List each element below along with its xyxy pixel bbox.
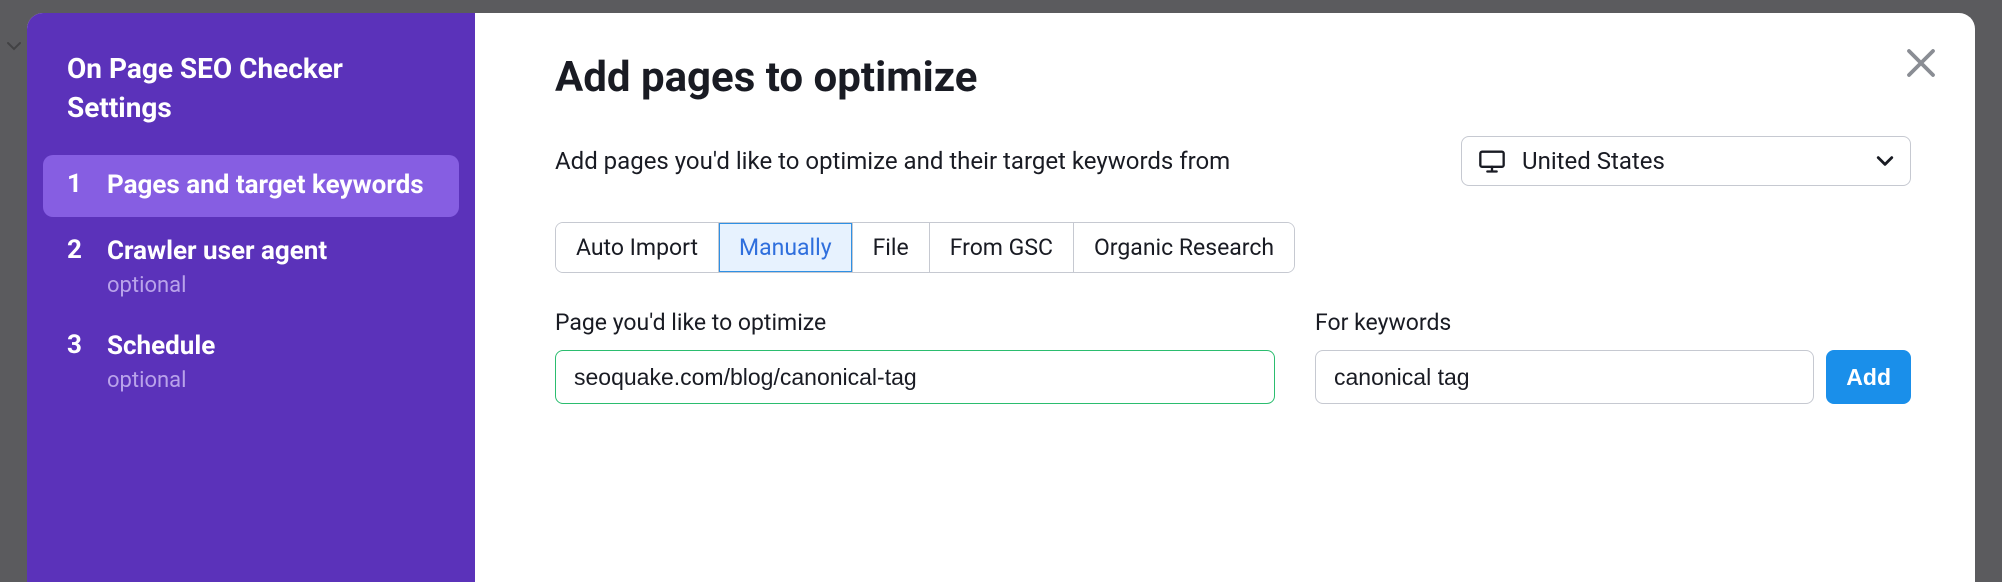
sidebar-title: On Page SEO Checker Settings <box>43 49 459 155</box>
page-input[interactable] <box>555 350 1275 404</box>
main-panel: Add pages to optimize Add pages you'd li… <box>475 13 1975 582</box>
tab-auto-import[interactable]: Auto Import <box>556 223 719 272</box>
sidebar-step-number: 3 <box>67 330 107 393</box>
sidebar-step-number: 2 <box>67 235 107 298</box>
desktop-icon <box>1478 147 1506 175</box>
close-icon <box>1903 45 1939 81</box>
keywords-input[interactable] <box>1315 350 1814 404</box>
sidebar: On Page SEO Checker Settings 1 Pages and… <box>27 13 475 582</box>
add-button[interactable]: Add <box>1826 350 1911 404</box>
tab-file[interactable]: File <box>853 223 930 272</box>
tab-from-gsc[interactable]: From GSC <box>930 223 1074 272</box>
close-button[interactable] <box>1903 45 1939 81</box>
sidebar-step-number: 1 <box>67 169 107 203</box>
country-select[interactable]: United States <box>1461 136 1911 186</box>
sidebar-item-pages-keywords[interactable]: 1 Pages and target keywords <box>43 155 459 217</box>
page-title: Add pages to optimize <box>555 53 1911 102</box>
form-row: Page you'd like to optimize For keywords… <box>555 309 1911 404</box>
description-row: Add pages you'd like to optimize and the… <box>555 136 1911 186</box>
sidebar-item-subtext: optional <box>107 368 215 393</box>
description-text: Add pages you'd like to optimize and the… <box>555 147 1230 175</box>
sidebar-item-subtext: optional <box>107 273 327 298</box>
tab-manually[interactable]: Manually <box>719 223 853 272</box>
source-tabs: Auto Import Manually File From GSC Organ… <box>555 222 1295 273</box>
settings-modal: On Page SEO Checker Settings 1 Pages and… <box>27 13 1975 582</box>
chevron-down-icon <box>6 38 22 54</box>
tab-organic-research[interactable]: Organic Research <box>1074 223 1294 272</box>
country-name: United States <box>1522 147 1665 175</box>
keywords-input-label: For keywords <box>1315 309 1911 336</box>
sidebar-item-crawler-user-agent[interactable]: 2 Crawler user agent optional <box>43 221 459 312</box>
sidebar-item-schedule[interactable]: 3 Schedule optional <box>43 316 459 407</box>
sidebar-item-label: Pages and target keywords <box>107 169 424 203</box>
sidebar-item-label: Schedule <box>107 330 215 364</box>
page-input-label: Page you'd like to optimize <box>555 309 1275 336</box>
chevron-down-icon <box>1876 152 1894 170</box>
sidebar-item-label: Crawler user agent <box>107 235 327 269</box>
